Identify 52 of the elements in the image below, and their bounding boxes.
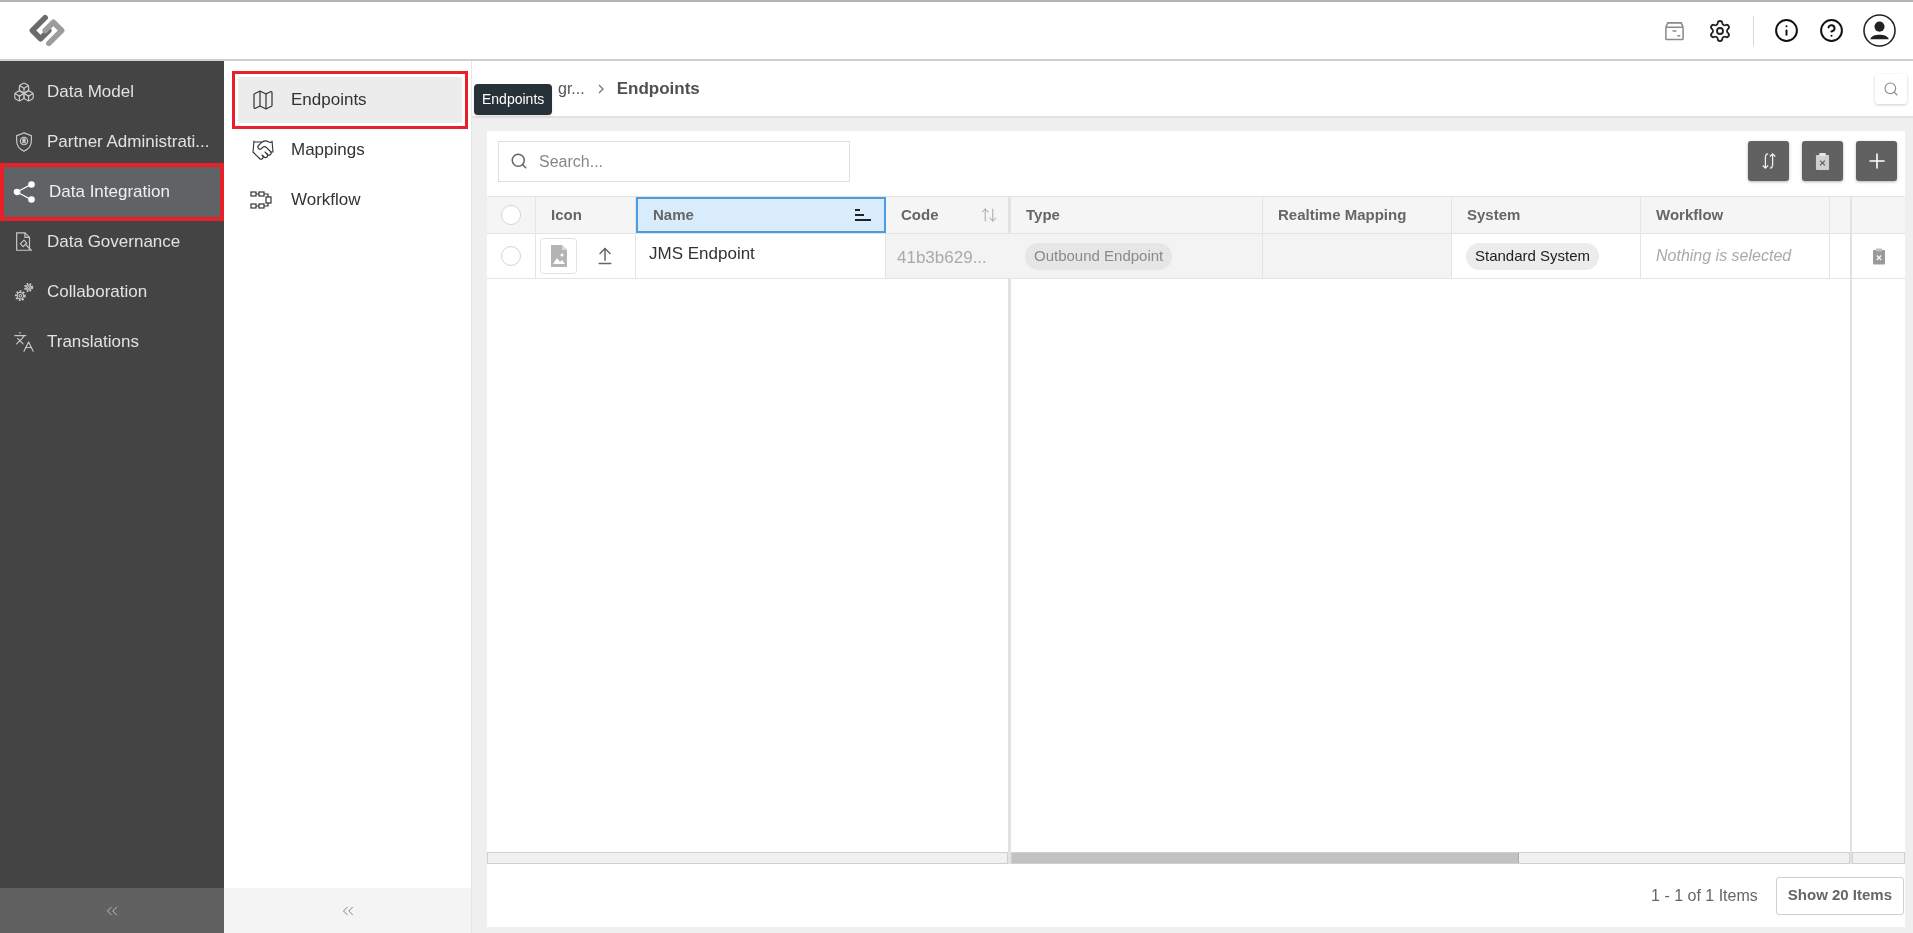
box-icon[interactable] xyxy=(1664,20,1685,41)
subnav-item[interactable]: Workflow xyxy=(238,177,462,223)
clipboard-x-icon[interactable] xyxy=(1815,151,1830,171)
translate-icon xyxy=(13,331,35,353)
search-field[interactable]: Search... xyxy=(498,141,850,182)
page-size-button[interactable]: Show 20 Items xyxy=(1775,876,1904,915)
sidebar-item[interactable]: Collaboration xyxy=(3,267,221,317)
scrollbar-track[interactable] xyxy=(487,852,1008,864)
delete-button[interactable] xyxy=(1802,141,1843,181)
help-icon[interactable] xyxy=(1819,18,1844,43)
subnav-item[interactable]: Mappings xyxy=(238,127,462,173)
sidebar-item[interactable]: Data Model xyxy=(3,67,221,117)
settings-icon[interactable] xyxy=(1708,18,1732,43)
system-tag: Standard System xyxy=(1466,242,1600,270)
search-icon[interactable] xyxy=(1883,80,1899,97)
upload-icon[interactable] xyxy=(595,246,615,266)
handshake-icon xyxy=(250,138,276,162)
image-file-icon[interactable] xyxy=(540,238,577,274)
user-avatar-icon[interactable] xyxy=(1863,14,1896,47)
column-header[interactable]: Name xyxy=(636,197,886,233)
share-nodes-icon xyxy=(13,180,37,204)
map-icon xyxy=(250,88,276,112)
breadcrumb-item: Endpoints xyxy=(616,77,700,100)
scrollbar-track[interactable] xyxy=(1011,852,1850,864)
chevron-right-icon xyxy=(597,83,604,94)
cubes-icon xyxy=(13,81,35,103)
scrollbar-thumb[interactable] xyxy=(1012,853,1519,863)
column-header[interactable]: Workflow xyxy=(1641,197,1830,233)
column-header[interactable]: Type xyxy=(1011,197,1263,233)
search-icon xyxy=(510,152,528,170)
add-button[interactable] xyxy=(1856,141,1897,181)
row-checkbox[interactable] xyxy=(501,246,521,266)
row-checkbox[interactable] xyxy=(501,205,521,225)
sort-lines-icon[interactable] xyxy=(854,208,872,222)
document-gavel-icon xyxy=(13,231,35,253)
column-header[interactable]: Realtime Mapping xyxy=(1263,197,1452,233)
type-tag: Outbound Endpoint xyxy=(1025,242,1173,270)
pagination-summary: 1 - 1 of 1 Items xyxy=(1651,885,1758,906)
table-cell: 41b3b629... xyxy=(886,234,1011,278)
sort-arrows-icon[interactable] xyxy=(980,206,998,224)
sidebar-item[interactable]: Data Integration xyxy=(0,163,224,221)
info-icon[interactable] xyxy=(1774,18,1799,43)
sync-button[interactable] xyxy=(1748,141,1789,181)
gears-icon xyxy=(13,281,35,303)
search-button[interactable] xyxy=(1875,73,1907,104)
sidebar-item[interactable]: Translations xyxy=(3,317,221,367)
clipboard-x-icon[interactable] xyxy=(1871,246,1886,266)
scrollbar-track[interactable] xyxy=(1852,852,1905,864)
tooltip: Endpoints xyxy=(474,84,553,115)
shield-user-icon xyxy=(13,131,35,153)
column-header[interactable]: System xyxy=(1452,197,1641,233)
breadcrumb-item[interactable]: gr... xyxy=(558,76,585,101)
